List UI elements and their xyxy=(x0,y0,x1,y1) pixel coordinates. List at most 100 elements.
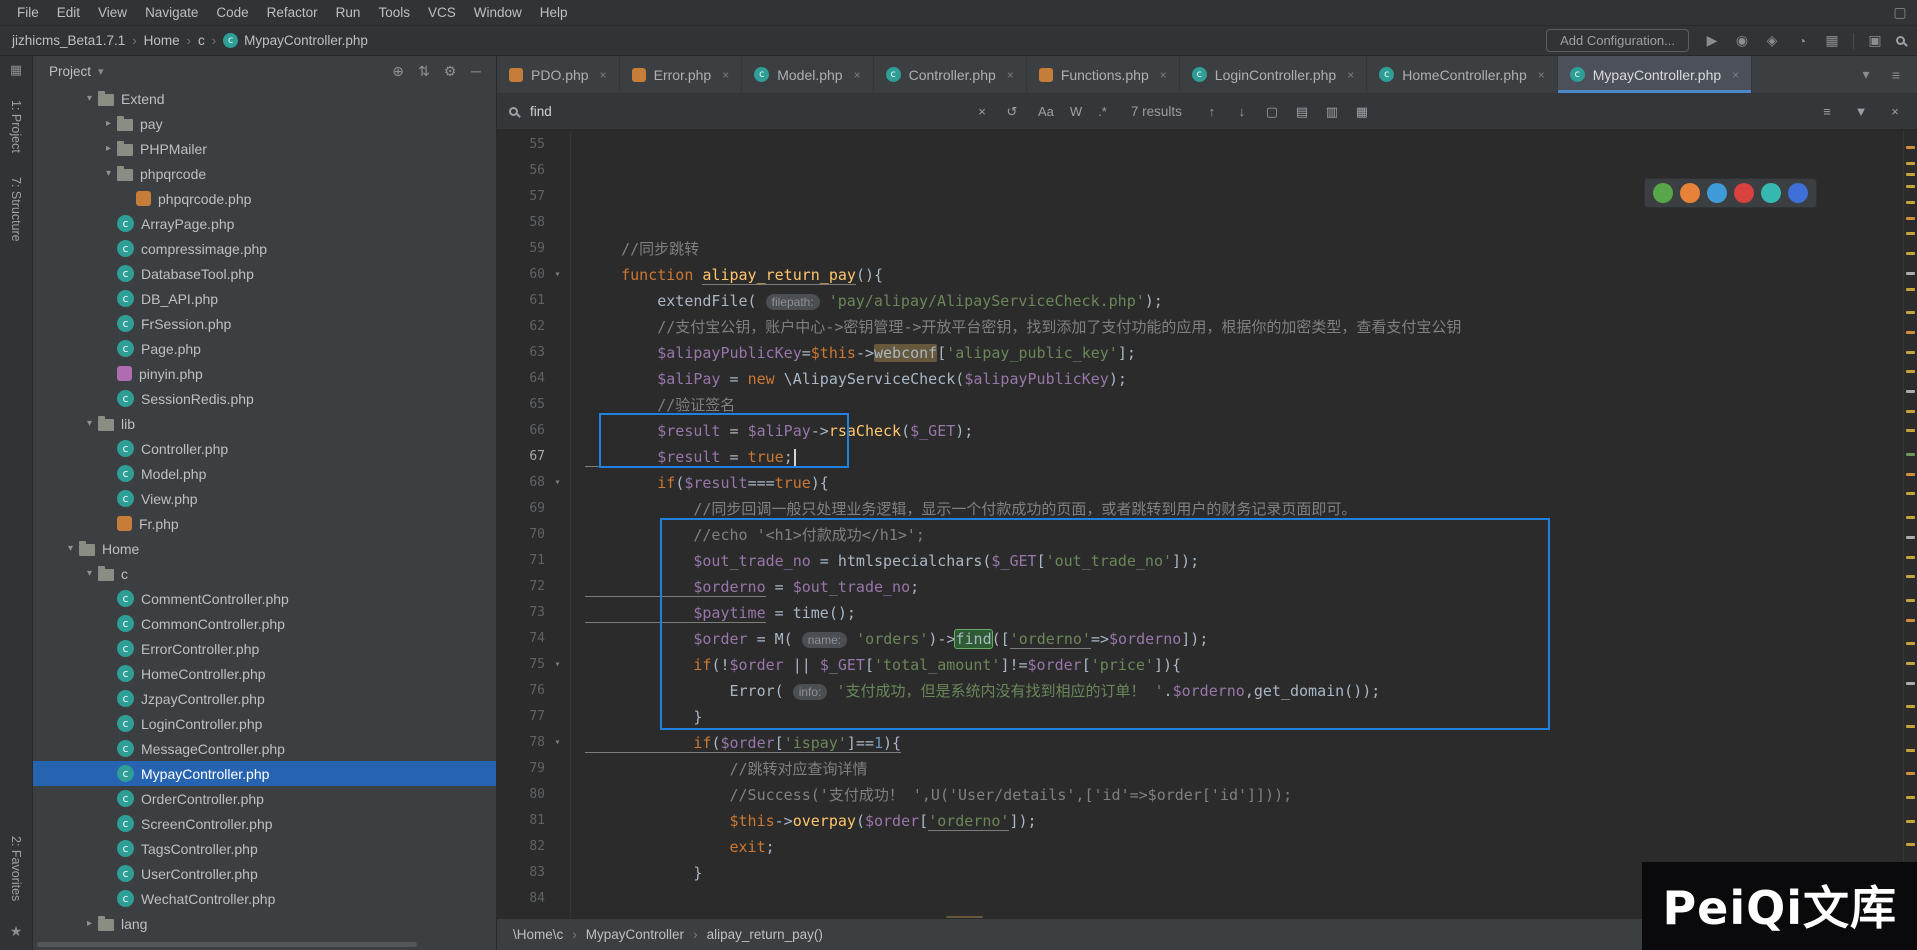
line-number[interactable]: 56 xyxy=(497,158,545,184)
line-number[interactable]: 73 xyxy=(497,600,545,626)
chrome-icon[interactable] xyxy=(1653,183,1673,203)
fold-marker[interactable]: ▾ xyxy=(545,262,571,288)
tree-item-compressimage.php[interactable]: ccompressimage.php xyxy=(33,236,496,261)
menu-item-window[interactable]: Window xyxy=(465,2,531,23)
code-text[interactable] xyxy=(571,210,585,236)
code-text[interactable]: if($result===true){ xyxy=(571,470,829,496)
code-text[interactable]: if($order['ispay']==1){ xyxy=(571,730,901,756)
bottom-breadcrumb-item[interactable]: \Home\c xyxy=(513,927,563,942)
tree-item-UserController.php[interactable]: cUserController.php xyxy=(33,861,496,886)
match-case-toggle[interactable]: Aa xyxy=(1034,102,1058,121)
code-text[interactable]: $out_trade_no = htmlspecialchars($_GET['… xyxy=(571,548,1199,574)
prev-occurrence-button[interactable]: ↑ xyxy=(1202,104,1222,120)
profiler-icon[interactable]: ◔ xyxy=(1793,33,1811,49)
code-text[interactable] xyxy=(571,158,585,184)
line-number[interactable]: 80 xyxy=(497,782,545,808)
code-text[interactable]: } xyxy=(571,704,702,730)
chevron-right-icon[interactable]: ▸ xyxy=(100,118,117,129)
code-text[interactable]: //Success('支付成功！ ',U('User/details',['id… xyxy=(571,782,1292,808)
screenshot-icon[interactable]: ▣ xyxy=(1866,32,1884,49)
tree-item-lib[interactable]: ▾lib xyxy=(33,411,496,436)
tree-item-Fr.php[interactable]: Fr.php xyxy=(33,511,496,536)
menu-item-file[interactable]: File xyxy=(8,2,48,23)
regex-toggle[interactable]: .* xyxy=(1094,102,1111,121)
breadcrumb-item[interactable]: jizhicms_Beta1.7.1 xyxy=(12,33,125,48)
search-history-icon[interactable]: ↺ xyxy=(1002,104,1022,120)
close-tab-icon[interactable]: × xyxy=(1347,68,1354,82)
locate-icon[interactable]: ⊕ xyxy=(388,63,408,80)
code-text[interactable]: //echo '<h1>付款成功</h1>'; xyxy=(571,522,925,548)
firefox-icon[interactable] xyxy=(1680,183,1700,203)
code-text[interactable]: $pay = M( name: 'payment')->find(['type'… xyxy=(571,912,1109,918)
line-number[interactable]: 61 xyxy=(497,288,545,314)
code-text[interactable]: $aliPay = new \AlipayServiceCheck($alipa… xyxy=(571,366,1127,392)
menu-item-edit[interactable]: Edit xyxy=(48,2,89,23)
tree-item-MypayController.php[interactable]: cMypayController.php xyxy=(33,761,496,786)
collapse-all-icon[interactable]: ⇅ xyxy=(414,63,434,80)
error-stripe[interactable] xyxy=(1903,130,1917,918)
code-text[interactable]: $orderno = $out_trade_no; xyxy=(571,574,919,600)
tree-item-WechatController.php[interactable]: cWechatController.php xyxy=(33,886,496,911)
line-number[interactable]: 85 xyxy=(497,912,545,918)
line-number[interactable]: 55 xyxy=(497,132,545,158)
line-number[interactable]: 57 xyxy=(497,184,545,210)
favorites-star-icon[interactable]: ★ xyxy=(10,923,23,940)
line-number[interactable]: 65 xyxy=(497,392,545,418)
tree-item-FrSession.php[interactable]: cFrSession.php xyxy=(33,311,496,336)
line-number[interactable]: 83 xyxy=(497,860,545,886)
code-text[interactable]: Error( info: '支付成功，但是系统内没有找到相应的订单！ '.$or… xyxy=(571,678,1380,704)
preserve-case-button[interactable]: ▦ xyxy=(1352,104,1372,120)
breadcrumb-item[interactable]: Home xyxy=(144,33,180,48)
line-number[interactable]: 81 xyxy=(497,808,545,834)
settings-icon[interactable]: ⚙ xyxy=(440,63,460,80)
tree-item-ErrorController.php[interactable]: cErrorController.php xyxy=(33,636,496,661)
line-number[interactable]: 74 xyxy=(497,626,545,652)
line-number[interactable]: 79 xyxy=(497,756,545,782)
menu-item-navigate[interactable]: Navigate xyxy=(136,2,207,23)
tab-MypayController.php[interactable]: cMypayController.php× xyxy=(1558,56,1752,93)
tree-item-Page.php[interactable]: cPage.php xyxy=(33,336,496,361)
code-text[interactable]: //同步回调一般只处理业务逻辑，显示一个付款成功的页面，或者跳转到用户的财务记录… xyxy=(571,496,1356,522)
code-text[interactable]: //同步跳转 xyxy=(571,236,699,262)
menu-item-code[interactable]: Code xyxy=(207,2,257,23)
tree-item-ScreenController.php[interactable]: cScreenController.php xyxy=(33,811,496,836)
line-number[interactable]: 63 xyxy=(497,340,545,366)
find-input[interactable]: find xyxy=(530,104,960,119)
line-number[interactable]: 84 xyxy=(497,886,545,912)
chevron-right-icon[interactable]: ▸ xyxy=(81,918,98,929)
chevron-down-icon[interactable]: ▾ xyxy=(100,168,117,179)
clear-search-icon[interactable]: × xyxy=(972,104,992,120)
line-number[interactable]: 66 xyxy=(497,418,545,444)
tree-item-DatabaseTool.php[interactable]: cDatabaseTool.php xyxy=(33,261,496,286)
code-text[interactable] xyxy=(571,886,585,912)
close-tab-icon[interactable]: × xyxy=(722,68,729,82)
line-number[interactable]: 82 xyxy=(497,834,545,860)
tree-item-ArrayPage.php[interactable]: cArrayPage.php xyxy=(33,211,496,236)
fold-marker[interactable]: ▾ xyxy=(545,470,571,496)
opera-icon[interactable] xyxy=(1734,183,1754,203)
menu-item-run[interactable]: Run xyxy=(327,2,370,23)
ie-icon[interactable] xyxy=(1788,183,1808,203)
close-find-bar-icon[interactable]: × xyxy=(1885,104,1905,119)
coverage-icon[interactable]: ◈ xyxy=(1763,32,1781,49)
line-number[interactable]: 68 xyxy=(497,470,545,496)
code-text[interactable]: //验证签名 xyxy=(571,392,735,418)
tree-item-lang[interactable]: ▸lang xyxy=(33,911,496,936)
tree-item-OrderController.php[interactable]: cOrderController.php xyxy=(33,786,496,811)
chevron-down-icon[interactable]: ▾ xyxy=(98,65,104,78)
close-tab-icon[interactable]: × xyxy=(854,68,861,82)
tree-item-JzpayController.php[interactable]: cJzpayController.php xyxy=(33,686,496,711)
line-number[interactable]: 77 xyxy=(497,704,545,730)
select-all-occurrences-button[interactable]: ▢ xyxy=(1262,104,1282,120)
chevron-down-icon[interactable]: ▾ xyxy=(81,93,98,104)
tab-Model.php[interactable]: cModel.php× xyxy=(742,56,873,93)
tree-item-phpqrcode[interactable]: ▾phpqrcode xyxy=(33,161,496,186)
tab-Controller.php[interactable]: cController.php× xyxy=(874,56,1027,93)
bottom-breadcrumb-item[interactable]: MypayController xyxy=(586,927,684,942)
fold-marker[interactable]: ▾ xyxy=(545,652,571,678)
menu-item-refactor[interactable]: Refactor xyxy=(258,2,327,23)
menu-item-tools[interactable]: Tools xyxy=(369,2,419,23)
tree-item-c[interactable]: ▾c xyxy=(33,561,496,586)
tree-item-HomeController.php[interactable]: cHomeController.php xyxy=(33,661,496,686)
grid-icon[interactable]: ▦ xyxy=(1823,32,1841,49)
